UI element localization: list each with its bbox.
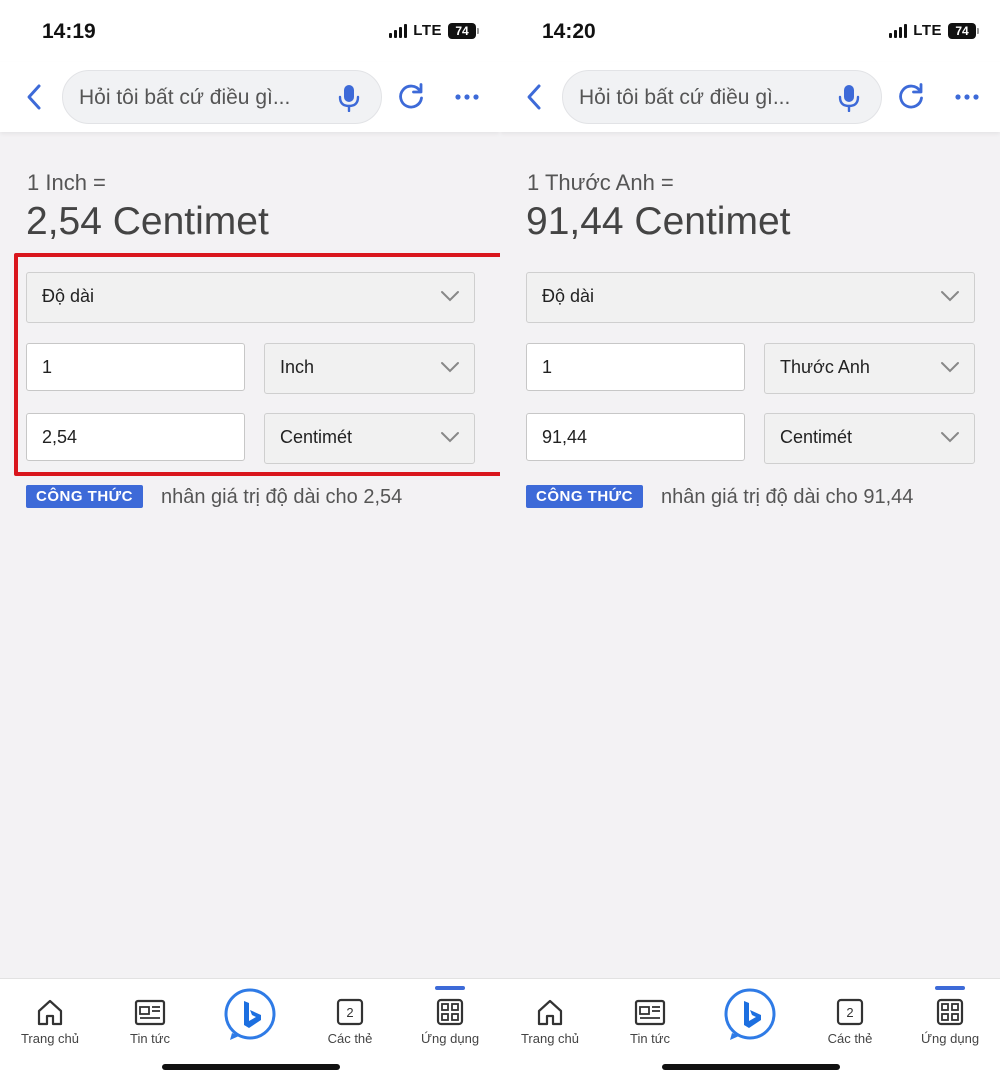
refresh-icon[interactable]	[396, 82, 426, 112]
formula-badge: CÔNG THỨC	[526, 485, 643, 508]
tab-tabs-label: Các thẻ	[827, 1031, 873, 1046]
tab-home-label: Trang chủ	[20, 1031, 80, 1046]
tab-tabs[interactable]: 2 Các thẻ	[805, 997, 895, 1057]
bing-chat-icon	[224, 988, 276, 1040]
tab-home[interactable]: Trang chủ	[5, 997, 95, 1057]
category-value: Độ dài	[542, 286, 595, 306]
category-select[interactable]: Độ dài	[526, 272, 975, 323]
news-icon	[134, 999, 166, 1026]
status-time: 14:19	[42, 20, 96, 43]
refresh-icon[interactable]	[896, 82, 926, 112]
chevron-down-icon	[941, 432, 959, 443]
home-indicator	[162, 1064, 340, 1070]
back-button[interactable]	[20, 80, 48, 114]
input-value: 1	[542, 357, 553, 377]
microphone-icon[interactable]	[837, 84, 861, 112]
formula-badge: CÔNG THỨC	[26, 485, 143, 508]
status-bar: 14:19 LTE 74	[0, 0, 500, 62]
highlight-box	[14, 253, 500, 476]
more-dots-icon	[955, 94, 979, 100]
tabs-icon: 2	[336, 998, 364, 1026]
news-icon	[634, 999, 666, 1026]
result-value: 2,54 Centimet	[26, 200, 269, 243]
output-unit-select[interactable]: Centimét	[764, 413, 975, 464]
status-bar: 14:20 LTE 74	[500, 0, 1000, 62]
home-indicator	[662, 1064, 840, 1070]
search-input[interactable]: Hỏi tôi bất cứ điều gì...	[62, 70, 382, 124]
more-dots-icon	[455, 94, 479, 100]
formula-text: nhân giá trị độ dài cho 91,44	[661, 486, 914, 508]
network-type: LTE	[413, 22, 442, 39]
tab-bing-chat[interactable]	[705, 987, 795, 1047]
search-input[interactable]: Hỏi tôi bất cứ điều gì...	[562, 70, 882, 124]
active-tab-indicator	[435, 986, 465, 990]
tab-news[interactable]: Tin tức	[605, 997, 695, 1057]
more-options-button[interactable]	[952, 82, 982, 112]
home-icon	[537, 999, 563, 1026]
chevron-left-icon	[527, 84, 541, 110]
more-options-button[interactable]	[452, 82, 482, 112]
battery-icon: 74	[948, 22, 979, 39]
apps-icon	[936, 998, 964, 1026]
tab-apps-label: Ứng dụng	[420, 1031, 480, 1046]
screen-left: 14:19 LTE 74 Hỏi tôi bất cứ điều gì... 1…	[0, 0, 500, 1082]
tab-news-label: Tin tức	[629, 1031, 670, 1046]
tabs-icon: 2	[836, 998, 864, 1026]
input-value-field[interactable]: 1	[526, 343, 745, 391]
chevron-down-icon	[941, 291, 959, 302]
input-unit-select[interactable]: Thước Anh	[764, 343, 975, 394]
network-type: LTE	[913, 22, 942, 39]
screen-right: 14:20 LTE 74 Hỏi tôi bất cứ điều gì... 1…	[500, 0, 1000, 1082]
input-unit-value: Thước Anh	[780, 357, 870, 377]
comparison-screens: 14:19 LTE 74 Hỏi tôi bất cứ điều gì... 1…	[0, 0, 1000, 1082]
tab-tabs-label: Các thẻ	[327, 1031, 373, 1046]
browser-toolbar: Hỏi tôi bất cứ điều gì...	[0, 62, 500, 132]
tab-home-label: Trang chủ	[520, 1031, 580, 1046]
battery-icon: 74	[448, 22, 479, 39]
tabs-count: 2	[846, 1005, 853, 1020]
tabs-count: 2	[346, 1005, 353, 1020]
apps-icon	[436, 998, 464, 1026]
status-time: 14:20	[542, 20, 596, 43]
formula-text: nhân giá trị độ dài cho 2,54	[161, 486, 403, 508]
tab-home[interactable]: Trang chủ	[505, 997, 595, 1057]
bing-chat-icon	[724, 988, 776, 1040]
tab-tabs[interactable]: 2 Các thẻ	[305, 997, 395, 1057]
tab-bing-chat[interactable]	[205, 987, 295, 1047]
signal-icon	[389, 23, 408, 38]
result-value: 91,44 Centimet	[526, 200, 791, 243]
tab-apps-label: Ứng dụng	[920, 1031, 980, 1046]
tab-news-label: Tin tức	[129, 1031, 170, 1046]
output-unit-value: Centimét	[780, 427, 853, 447]
chevron-down-icon	[941, 362, 959, 373]
search-placeholder: Hỏi tôi bất cứ điều gì...	[579, 86, 791, 109]
back-button[interactable]	[520, 80, 548, 114]
browser-toolbar: Hỏi tôi bất cứ điều gì...	[500, 62, 1000, 132]
tab-apps[interactable]: Ứng dụng	[905, 997, 995, 1057]
home-icon	[37, 999, 63, 1026]
result-label: 1 Thước Anh =	[527, 170, 674, 195]
tab-apps[interactable]: Ứng dụng	[405, 997, 495, 1057]
output-value-field[interactable]: 91,44	[526, 413, 745, 461]
chevron-left-icon	[27, 84, 41, 110]
result-label: 1 Inch =	[27, 170, 106, 195]
output-value: 91,44	[542, 427, 588, 447]
active-tab-indicator	[935, 986, 965, 990]
signal-icon	[889, 23, 908, 38]
search-placeholder: Hỏi tôi bất cứ điều gì...	[79, 86, 291, 109]
microphone-icon[interactable]	[337, 84, 361, 112]
tab-news[interactable]: Tin tức	[105, 997, 195, 1057]
